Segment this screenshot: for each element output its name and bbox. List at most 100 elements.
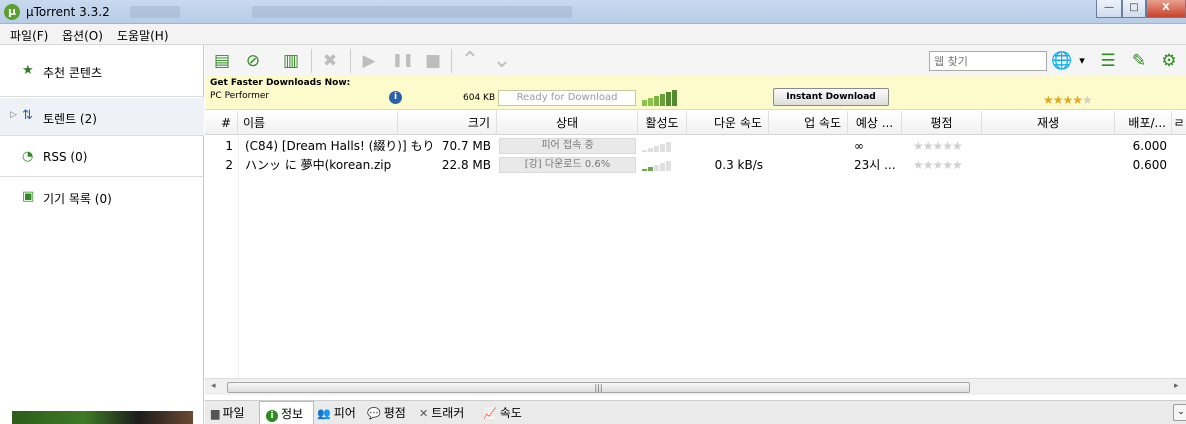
ad-title: Get Faster Downloads Now: (210, 78, 351, 88)
ad-subtitle: PC Performer (210, 91, 270, 101)
sidebar-item-label: 추천 콘텐츠 (43, 66, 103, 80)
torrent-status: 피어 접속 중 (499, 138, 636, 154)
tab-peers[interactable]: 👥 피어 (317, 403, 356, 424)
column-header[interactable]: 이름 (238, 111, 398, 135)
utorrent-logo-icon: µ (4, 4, 20, 20)
list-view-icon[interactable]: ☰ (1098, 51, 1118, 71)
row-number: 2 (225, 158, 233, 172)
info-icon[interactable]: i (389, 91, 402, 104)
maximize-button[interactable]: □ (1122, 0, 1146, 18)
dropdown-arrow-icon[interactable]: ▾ (1076, 51, 1088, 71)
column-header[interactable]: 재생 (982, 111, 1115, 135)
torrent-status: [강] 다운로드 0.6% (499, 157, 636, 173)
tab-speed[interactable]: 📈 속도 (483, 403, 522, 424)
activity-bars (642, 142, 671, 152)
tracker-icon: ✕ (419, 407, 429, 420)
tab-trackers[interactable]: ✕ 트래커 (419, 403, 464, 424)
column-header[interactable]: 예상 ... (848, 111, 902, 135)
tab-ratings[interactable]: 💬 평점 (367, 403, 406, 424)
title-bar: µ µTorrent 3.3.2 — □ X (0, 0, 1186, 24)
toolbar: ▤ ⊘ ▥ ✖ ▶ ❚❚ ■ ⌃ ⌄ 🌐 ▾ ☰ ✎ ⚙ (205, 45, 1186, 76)
toolbar-separator (311, 49, 312, 73)
scroll-right-arrow-icon[interactable]: ▸ (1174, 381, 1179, 391)
ad-activity-bars (642, 90, 677, 106)
horizontal-scrollbar[interactable]: ◂ ||| ▸ (205, 378, 1186, 395)
column-header[interactable]: 배포/... (1115, 111, 1172, 135)
upload-speed (769, 155, 842, 175)
column-header[interactable]: 평점 (902, 111, 982, 135)
detail-tabs: ▆ 파일 i 정보 👥 피어 💬 평점 ✕ 트래커 📈 속도 ⌄ (205, 400, 1186, 424)
expand-arrow-icon[interactable]: ▷ (10, 110, 17, 120)
sidebar: ★ 추천 콘텐츠 ▷ ⇅ 토렌트 (2) ◔ RSS (0) ▣ 기기 목록 (… (0, 45, 204, 424)
blurred-background-text (130, 6, 180, 18)
remove-icon[interactable]: ✖ (320, 51, 340, 71)
column-header[interactable]: # (205, 111, 238, 135)
device-icon: ▣ (22, 189, 35, 204)
row-number: 1 (225, 139, 233, 153)
tab-files[interactable]: ▆ 파일 (211, 403, 245, 424)
column-header[interactable]: 업 속도 (769, 111, 848, 135)
sidebar-item-rss[interactable]: ◔ RSS (0) (0, 137, 204, 177)
column-header[interactable]: ㄹ (1172, 111, 1186, 135)
web-search-input[interactable] (929, 51, 1047, 71)
torrent-list: # 이름 크기 상태 활성도 다운 속도 업 속도 예상 ... 평점 재생 배… (205, 111, 1186, 378)
upload-speed (769, 136, 842, 156)
folder-icon: ▆ (211, 407, 220, 420)
download-speed (687, 136, 763, 156)
ratio: 0.600 (1132, 158, 1167, 172)
menu-help[interactable]: 도움말(H) (117, 27, 169, 44)
instant-download-button[interactable]: Instant Download (773, 88, 889, 106)
rss-icon: ◔ (22, 149, 34, 164)
add-url-icon[interactable]: ⊘ (243, 51, 263, 71)
minimize-button[interactable]: — (1096, 0, 1122, 18)
move-down-icon[interactable]: ⌄ (492, 50, 512, 72)
star-icon: ★ (22, 63, 34, 78)
ad-download-status: Ready for Download (498, 90, 636, 106)
stop-icon[interactable]: ■ (423, 51, 443, 71)
info-icon: i (266, 410, 278, 422)
expand-panel-button[interactable]: ⌄ (1173, 404, 1186, 421)
download-speed: 0.3 kB/s (714, 158, 763, 172)
ad-thumbnail-image[interactable] (12, 411, 193, 424)
web-search-globe-icon[interactable]: 🌐 (1051, 51, 1072, 71)
blurred-background-text (252, 6, 572, 18)
ad-rating-stars: ★★★★★ (1043, 93, 1093, 107)
sidebar-item-torrents[interactable]: ▷ ⇅ 토렌트 (2) (0, 98, 204, 136)
table-header: # 이름 크기 상태 활성도 다운 속도 업 속도 예상 ... 평점 재생 배… (205, 111, 1186, 135)
sidebar-item-devices[interactable]: ▣ 기기 목록 (0) (0, 177, 204, 217)
add-torrent-icon[interactable]: ▤ (212, 51, 232, 71)
table-row[interactable]: 2 ハンッ に 夢中(korean.zip 22.8 MB [강] 다운로드 0… (205, 155, 1186, 175)
torrent-size: 22.8 MB (441, 158, 491, 172)
sidebar-item-featured[interactable]: ★ 추천 콘텐츠 (0, 50, 204, 97)
rating-stars[interactable]: ★★★★★ (913, 136, 963, 156)
sidebar-item-label: 토렌트 (2) (43, 112, 97, 126)
activity-bars (642, 161, 671, 171)
torrents-icon: ⇅ (22, 108, 33, 123)
settings-gear-icon[interactable]: ⚙ (1159, 51, 1179, 71)
pause-icon[interactable]: ❚❚ (392, 51, 414, 71)
move-up-icon[interactable]: ⌃ (460, 50, 480, 72)
tab-info[interactable]: i 정보 (259, 401, 314, 424)
ratio: 6.000 (1132, 139, 1167, 153)
scroll-left-arrow-icon[interactable]: ◂ (211, 381, 216, 391)
column-header[interactable]: 다운 속도 (687, 111, 769, 135)
speed-icon: 📈 (483, 407, 497, 420)
close-button[interactable]: X (1146, 0, 1186, 18)
ad-banner: Get Faster Downloads Now: PC Performer i… (205, 76, 1186, 110)
eta: 23시 ... (854, 158, 896, 172)
column-header[interactable]: 활성도 (638, 111, 687, 135)
play-cell (982, 136, 1115, 156)
sidebar-item-label: RSS (0) (43, 150, 88, 164)
ad-file-size: 604 KB (463, 93, 496, 103)
menu-file[interactable]: 파일(F) (10, 27, 48, 44)
create-torrent-icon[interactable]: ▥ (281, 51, 301, 71)
start-icon[interactable]: ▶ (359, 51, 379, 71)
table-row[interactable]: 1 (C84) [Dream Halls! (綴り)] もり... 70.7 M… (205, 136, 1186, 156)
remote-icon[interactable]: ✎ (1129, 51, 1149, 71)
toolbar-separator (451, 49, 452, 73)
rating-stars[interactable]: ★★★★★ (913, 155, 963, 175)
column-header[interactable]: 상태 (497, 111, 638, 135)
menu-options[interactable]: 옵션(O) (62, 27, 103, 44)
column-header[interactable]: 크기 (398, 111, 497, 135)
scrollbar-thumb[interactable]: ||| (227, 382, 970, 393)
